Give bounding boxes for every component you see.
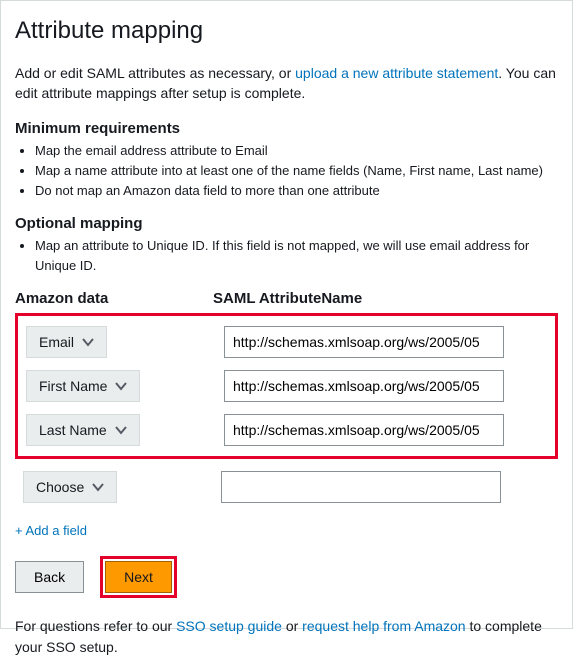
optional-mapping-list: Map an attribute to Unique ID. If this f… — [15, 236, 558, 276]
saml-attr-input-empty[interactable] — [221, 471, 501, 503]
list-item: Map a name attribute into at least one o… — [35, 161, 558, 181]
saml-attr-input-firstname[interactable] — [224, 370, 504, 402]
next-button-highlight: Next — [100, 556, 177, 598]
optional-mapping-heading: Optional mapping — [15, 215, 558, 232]
amazon-data-dropdown-firstname[interactable]: First Name — [26, 370, 140, 402]
amazon-data-dropdown-lastname[interactable]: Last Name — [26, 414, 140, 446]
list-item: Do not map an Amazon data field to more … — [35, 181, 558, 201]
list-item: Map an attribute to Unique ID. If this f… — [35, 236, 558, 276]
dropdown-label: First Name — [39, 378, 107, 394]
min-req-heading: Minimum requirements — [15, 120, 558, 137]
attribute-mapping-panel: Attribute mapping Add or edit SAML attri… — [0, 0, 573, 629]
add-field-link[interactable]: + Add a field — [15, 523, 87, 538]
footer-mid: or — [282, 618, 302, 634]
chevron-down-icon — [92, 481, 104, 493]
table-row: Last Name — [26, 414, 547, 446]
back-button[interactable]: Back — [15, 561, 84, 593]
chevron-down-icon — [82, 336, 94, 348]
saml-attr-input-email[interactable] — [224, 326, 504, 358]
table-row: Choose — [15, 467, 558, 507]
upload-attribute-statement-link[interactable]: upload a new attribute statement — [295, 65, 498, 81]
table-row: First Name — [26, 370, 547, 402]
amazon-data-dropdown-email[interactable]: Email — [26, 326, 107, 358]
list-item: Map the email address attribute to Email — [35, 141, 558, 161]
dropdown-label: Choose — [36, 479, 84, 495]
min-req-list: Map the email address attribute to Email… — [15, 141, 558, 201]
saml-attr-input-lastname[interactable] — [224, 414, 504, 446]
columns-header: Amazon data SAML AttributeName — [15, 290, 558, 307]
dropdown-label: Last Name — [39, 422, 107, 438]
button-row: Back Next — [15, 556, 558, 598]
sso-setup-guide-link[interactable]: SSO setup guide — [176, 618, 282, 634]
amazon-data-dropdown-choose[interactable]: Choose — [23, 471, 117, 503]
intro-text: Add or edit SAML attributes as necessary… — [15, 63, 558, 104]
chevron-down-icon — [115, 424, 127, 436]
footer-note: For questions refer to our SSO setup gui… — [15, 616, 558, 657]
mapping-highlight-box: Email First Name Last Name — [15, 313, 558, 459]
footer-pre: For questions refer to our — [15, 618, 176, 634]
chevron-down-icon — [115, 380, 127, 392]
dropdown-label: Email — [39, 334, 74, 350]
col-saml-attr: SAML AttributeName — [213, 290, 558, 307]
next-button[interactable]: Next — [105, 561, 172, 593]
col-amazon-data: Amazon data — [15, 290, 213, 307]
intro-pre: Add or edit SAML attributes as necessary… — [15, 65, 295, 81]
request-help-link[interactable]: request help from Amazon — [302, 618, 465, 634]
page-title: Attribute mapping — [15, 17, 558, 45]
table-row: Email — [26, 326, 547, 358]
